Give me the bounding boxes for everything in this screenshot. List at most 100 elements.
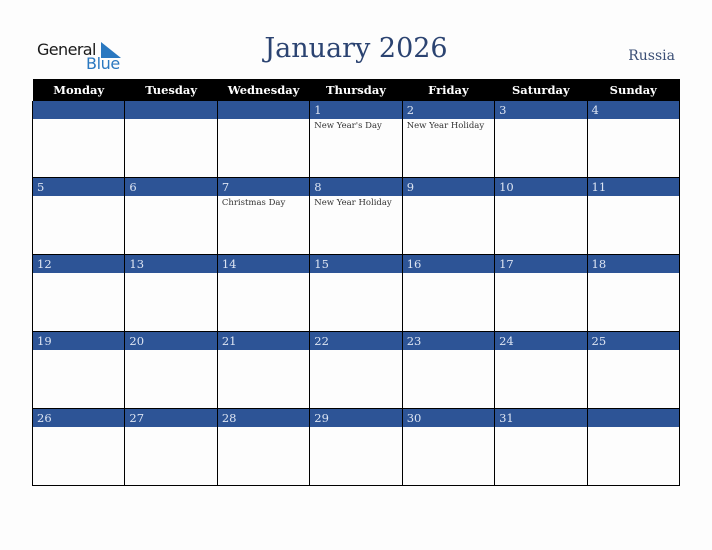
day-number: 8 (310, 178, 402, 196)
day-cell[interactable]: 22 (309, 331, 403, 409)
day-cell[interactable]: 5 (31, 177, 126, 255)
day-cell[interactable]: 24 (494, 331, 588, 409)
day-cell[interactable]: 2 New Year Holiday (401, 101, 496, 178)
holiday-label (33, 119, 124, 121)
day-cell[interactable]: 9 (401, 177, 496, 255)
day-cell[interactable]: 1 New Year's Day (309, 101, 403, 178)
day-number: 13 (125, 255, 217, 273)
holiday-label (588, 196, 679, 198)
day-cell[interactable] (216, 101, 311, 178)
week-row: 19 20 21 22 23 24 25 (31, 331, 681, 409)
day-number (217, 101, 310, 119)
week-row: 26 27 28 29 30 31 (31, 408, 681, 486)
holiday-label (495, 350, 586, 352)
day-cell[interactable]: 16 (401, 254, 496, 332)
day-cell[interactable] (31, 101, 126, 178)
day-number: 17 (495, 255, 587, 273)
day-number: 11 (587, 178, 679, 196)
weekday-header: Friday (402, 79, 495, 101)
day-number: 28 (217, 409, 310, 427)
holiday-label (588, 350, 679, 352)
holiday-label (125, 350, 216, 352)
day-cell[interactable]: 28 (216, 408, 311, 486)
holiday-label: New Year's Day (314, 121, 382, 131)
holiday-label (125, 273, 216, 275)
day-cell[interactable]: 20 (124, 331, 218, 409)
holiday-label (33, 427, 124, 429)
calendar-grid: Monday Tuesday Wednesday Thursday Friday… (31, 79, 681, 486)
holiday-label: Christmas Day (221, 198, 286, 208)
day-cell[interactable]: 21 (216, 331, 311, 409)
day-cell[interactable]: 26 (31, 408, 126, 486)
holiday-label (403, 350, 494, 352)
day-number: 19 (33, 332, 125, 350)
holiday-label (403, 427, 494, 429)
holiday-label (218, 427, 309, 429)
weekday-header-row: Monday Tuesday Wednesday Thursday Friday… (32, 79, 680, 101)
holiday-label: New Year Holiday (314, 198, 392, 208)
holiday-label (588, 273, 679, 275)
day-cell[interactable]: 15 (309, 254, 403, 332)
country-label: Russia (628, 48, 675, 64)
day-number: 9 (402, 178, 495, 196)
holiday-label (125, 119, 216, 121)
day-cell[interactable]: 3 (494, 101, 588, 178)
day-cell[interactable]: 31 (494, 408, 588, 486)
day-cell[interactable]: 19 (31, 331, 126, 409)
calendar-body: 1 New Year's Day 2 New Year Holiday 3 4 5 6 7 Chr… (31, 101, 681, 486)
day-cell[interactable]: 23 (401, 331, 496, 409)
day-cell[interactable]: 18 (586, 254, 681, 332)
day-cell[interactable]: 17 (494, 254, 588, 332)
day-cell[interactable]: 14 (216, 254, 311, 332)
holiday-label (310, 427, 401, 429)
day-cell[interactable]: 11 (586, 177, 681, 255)
holiday-label: New Year Holiday (406, 121, 485, 131)
holiday-label (125, 427, 216, 429)
day-number: 24 (495, 332, 587, 350)
day-number: 27 (125, 409, 217, 427)
holiday-label (33, 273, 124, 275)
day-cell[interactable]: 6 (124, 177, 218, 255)
day-number: 14 (217, 255, 310, 273)
weekday-header: Saturday (494, 79, 588, 101)
day-cell[interactable]: 4 (586, 101, 681, 178)
day-number: 23 (402, 332, 495, 350)
holiday-label (125, 196, 216, 198)
week-row: 1 New Year's Day 2 New Year Holiday 3 4 (31, 101, 681, 178)
holiday-label (588, 427, 679, 429)
day-cell[interactable]: 10 (494, 177, 588, 255)
day-cell[interactable]: 30 (401, 408, 496, 486)
day-number: 20 (125, 332, 217, 350)
day-cell[interactable]: 27 (124, 408, 218, 486)
holiday-label (495, 196, 586, 198)
day-cell[interactable] (124, 101, 218, 178)
holiday-label (218, 273, 309, 275)
day-number: 15 (310, 255, 402, 273)
day-cell[interactable]: 7 Christmas Day (216, 177, 311, 255)
holiday-label (218, 350, 309, 352)
holiday-label (495, 427, 586, 429)
holiday-label (495, 273, 586, 275)
day-cell[interactable] (586, 408, 681, 486)
weekday-header: Thursday (309, 79, 403, 101)
day-cell[interactable]: 13 (124, 254, 218, 332)
day-number: 30 (402, 409, 495, 427)
weekday-header: Monday (32, 79, 125, 101)
day-number: 18 (587, 255, 679, 273)
day-number: 26 (33, 409, 125, 427)
holiday-label (33, 196, 124, 198)
day-cell[interactable]: 12 (31, 254, 126, 332)
day-cell[interactable]: 29 (309, 408, 403, 486)
day-number: 12 (33, 255, 125, 273)
day-number: 5 (33, 178, 125, 196)
day-number: 21 (217, 332, 310, 350)
page-title: January 2026 (264, 33, 448, 64)
day-cell[interactable]: 8 New Year Holiday (309, 177, 403, 255)
holiday-label (495, 119, 586, 121)
day-number: 25 (587, 332, 679, 350)
holiday-label (403, 273, 494, 275)
day-cell[interactable]: 25 (586, 331, 681, 409)
day-number: 29 (310, 409, 402, 427)
holiday-label (33, 350, 124, 352)
weekday-header: Sunday (587, 79, 680, 101)
